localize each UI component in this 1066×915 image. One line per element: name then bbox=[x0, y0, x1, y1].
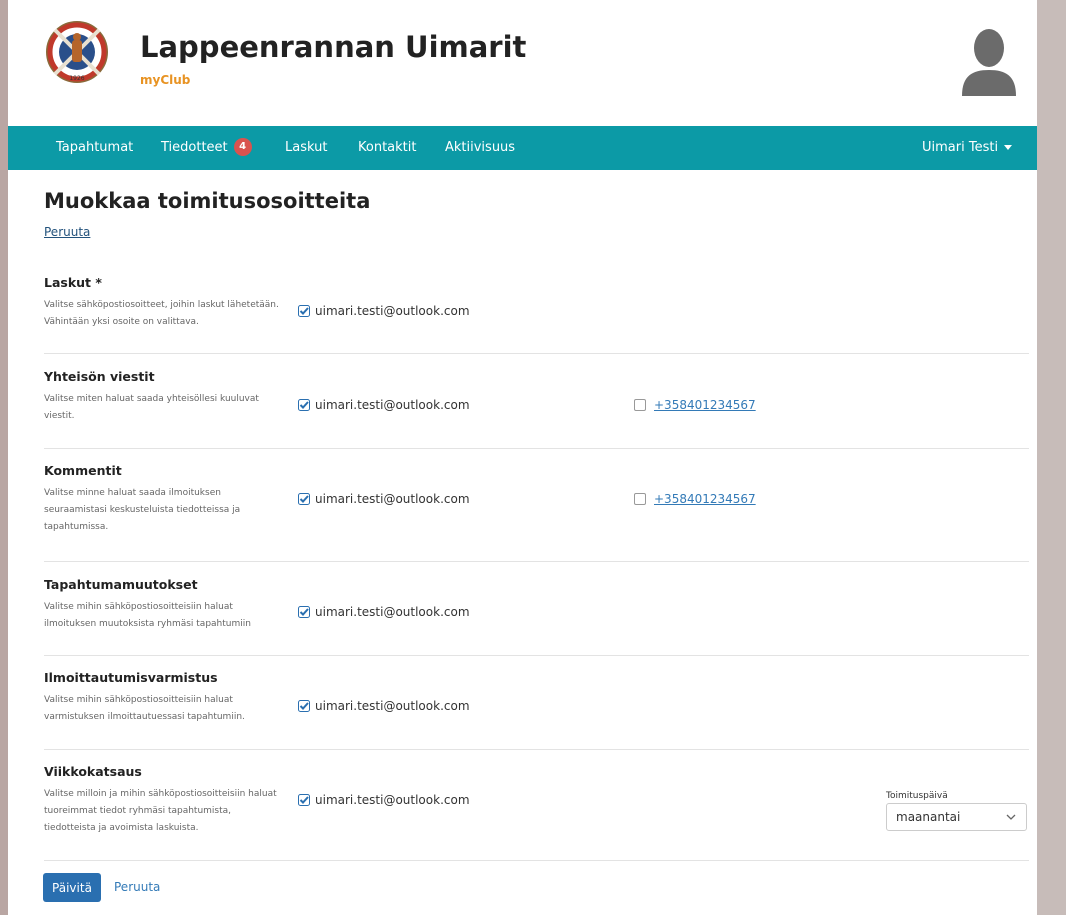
divider bbox=[44, 448, 1029, 449]
checkbox-checked-icon bbox=[298, 305, 310, 317]
cancel-link-bottom[interactable]: Peruuta bbox=[114, 880, 160, 894]
nav-item-kontaktit[interactable]: Kontaktit bbox=[358, 126, 416, 170]
section-description: Valitse minne haluat saada ilmoituksen s… bbox=[44, 488, 241, 532]
section-title: Tapahtumamuutokset bbox=[44, 577, 198, 592]
phone-link[interactable]: +358401234567 bbox=[654, 398, 756, 412]
section-title: Ilmoittautumisvarmistus bbox=[44, 670, 218, 685]
nav-item-laskut[interactable]: Laskut bbox=[285, 126, 327, 170]
nav-label: Tapahtumat bbox=[56, 140, 134, 155]
divider bbox=[44, 353, 1029, 354]
section-title: Laskut * bbox=[44, 275, 102, 290]
main-nav: Tapahtumat Tiedotteet 4 Laskut Kontaktit … bbox=[8, 126, 1037, 170]
page-title: Muokkaa toimitusosoitteita bbox=[44, 189, 371, 213]
email-label: uimari.testi@outlook.com bbox=[315, 605, 470, 619]
phone-checkbox[interactable]: +358401234567 bbox=[634, 398, 756, 412]
user-menu-dropdown[interactable]: Uimari Testi bbox=[922, 126, 1013, 170]
cancel-link-top[interactable]: Peruuta bbox=[44, 225, 90, 239]
club-name[interactable]: Lappeenrannan Uimarit bbox=[140, 30, 526, 64]
nav-item-tiedotteet[interactable]: Tiedotteet 4 bbox=[161, 126, 252, 170]
page: 1926 Lappeenrannan Uimarit myClub Tapaht… bbox=[8, 0, 1037, 915]
checkbox-checked-icon bbox=[298, 700, 310, 712]
checkbox-unchecked-icon bbox=[634, 399, 646, 411]
logo-year-text: 1926 bbox=[69, 75, 84, 82]
section-description: Valitse mihin sähköpostiosoitteisiin hal… bbox=[44, 695, 245, 722]
user-avatar-icon[interactable] bbox=[958, 24, 1020, 96]
checkbox-unchecked-icon bbox=[634, 493, 646, 505]
nav-label: Laskut bbox=[285, 140, 328, 155]
background-right-edge bbox=[1037, 0, 1066, 915]
section-description: Valitse miten haluat saada yhteisöllesi … bbox=[44, 394, 259, 421]
checkbox-checked-icon bbox=[298, 606, 310, 618]
section-title: Kommentit bbox=[44, 463, 122, 478]
nav-label: Aktiivisuus bbox=[445, 140, 516, 155]
divider bbox=[44, 655, 1029, 656]
email-checkbox[interactable]: uimari.testi@outlook.com bbox=[298, 492, 470, 506]
nav-item-tapahtumat[interactable]: Tapahtumat bbox=[56, 126, 133, 170]
section-description: Valitse mihin sähköpostiosoitteisiin hal… bbox=[44, 602, 251, 629]
email-label: uimari.testi@outlook.com bbox=[315, 398, 470, 412]
delivery-day-value: maanantai bbox=[896, 810, 961, 824]
nav-item-aktiivisuus[interactable]: Aktiivisuus bbox=[445, 126, 515, 170]
email-label: uimari.testi@outlook.com bbox=[315, 699, 470, 713]
email-checkbox[interactable]: uimari.testi@outlook.com bbox=[298, 793, 470, 807]
phone-checkbox[interactable]: +358401234567 bbox=[634, 492, 756, 506]
club-logo-icon[interactable]: 1926 bbox=[45, 20, 109, 84]
divider bbox=[44, 749, 1029, 750]
nav-label: Tiedotteet bbox=[161, 140, 228, 155]
email-checkbox[interactable]: uimari.testi@outlook.com bbox=[298, 699, 470, 713]
club-subtitle: myClub bbox=[140, 73, 191, 87]
site-header: 1926 Lappeenrannan Uimarit myClub bbox=[8, 0, 1037, 126]
checkbox-checked-icon bbox=[298, 399, 310, 411]
checkbox-checked-icon bbox=[298, 794, 310, 806]
chevron-down-icon bbox=[1006, 814, 1016, 820]
email-label: uimari.testi@outlook.com bbox=[315, 492, 470, 506]
delivery-day-label: Toimituspäivä bbox=[886, 791, 948, 801]
email-label: uimari.testi@outlook.com bbox=[315, 793, 470, 807]
unread-count-badge: 4 bbox=[233, 137, 252, 156]
section-description: Valitse sähköpostiosoitteet, joihin lask… bbox=[44, 300, 279, 327]
user-menu-label: Uimari Testi bbox=[922, 140, 999, 155]
email-checkbox[interactable]: uimari.testi@outlook.com bbox=[298, 398, 470, 412]
nav-label: Kontaktit bbox=[358, 140, 417, 155]
divider bbox=[44, 860, 1029, 861]
email-checkbox[interactable]: uimari.testi@outlook.com bbox=[298, 304, 470, 318]
section-title: Viikkokatsaus bbox=[44, 764, 142, 779]
update-button[interactable]: Päivitä bbox=[43, 873, 101, 902]
email-label: uimari.testi@outlook.com bbox=[315, 304, 470, 318]
email-checkbox[interactable]: uimari.testi@outlook.com bbox=[298, 605, 470, 619]
checkbox-checked-icon bbox=[298, 493, 310, 505]
phone-link[interactable]: +358401234567 bbox=[654, 492, 756, 506]
section-title: Yhteisön viestit bbox=[44, 369, 155, 384]
section-description: Valitse milloin ja mihin sähköpostiosoit… bbox=[44, 789, 277, 833]
caret-down-icon bbox=[1004, 145, 1013, 150]
delivery-day-select[interactable]: maanantai bbox=[886, 803, 1027, 831]
divider bbox=[44, 561, 1029, 562]
